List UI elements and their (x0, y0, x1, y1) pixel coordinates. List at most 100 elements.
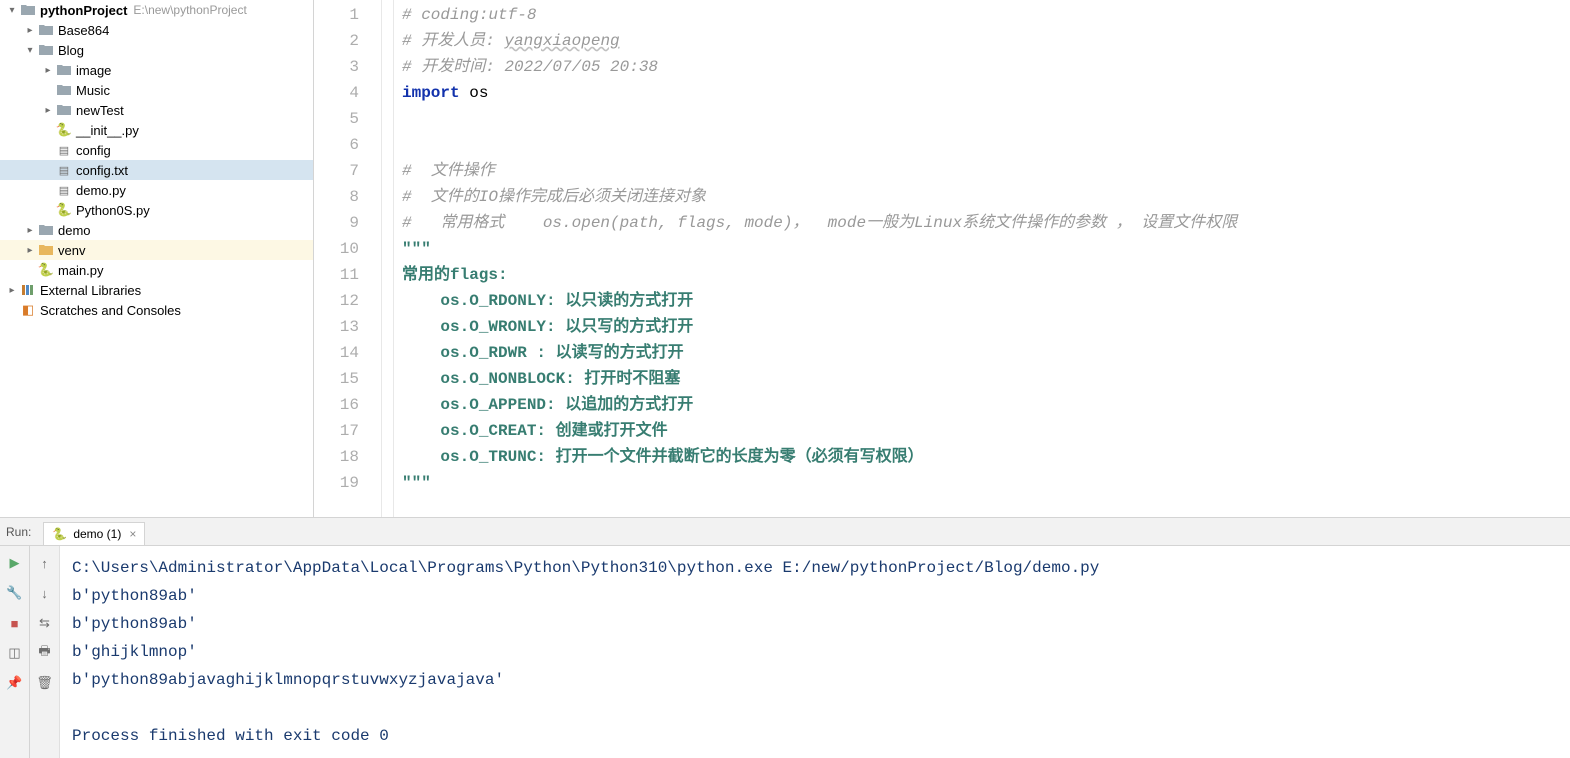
tree-label: Music (76, 83, 110, 98)
python-file-icon: 🐍 (38, 262, 54, 278)
code-area[interactable]: # coding:utf-8 # 开发人员: yangxiaopeng # 开发… (394, 0, 1570, 517)
libraries-icon (20, 282, 36, 298)
tree-folder-venv[interactable]: ▸ venv (0, 240, 313, 260)
folder-icon (38, 222, 54, 238)
code-editor[interactable]: 12345678910111213141516171819 # coding:u… (314, 0, 1570, 517)
run-tab-label: demo (1) (73, 527, 121, 541)
run-tool-column-2: ↑ ↓ ⇆ 🖶 🗑 (30, 546, 60, 758)
file-icon: ▤ (56, 182, 72, 198)
console-output[interactable]: C:\Users\Administrator\AppData\Local\Pro… (60, 546, 1570, 758)
folder-icon (20, 2, 36, 18)
project-path: E:\new\pythonProject (133, 3, 246, 17)
code-text: 常用的flags: (402, 266, 508, 284)
line-gutter: 12345678910111213141516171819 (314, 0, 382, 517)
run-tab[interactable]: 🐍 demo (1) × (43, 522, 145, 546)
folder-icon (38, 42, 54, 58)
run-tool-column-1: ▶ 🔧 ■ ◫ 📌 (0, 546, 30, 758)
code-text: os.O_WRONLY: 以只写的方式打开 (402, 318, 693, 336)
tree-file-config[interactable]: ▤ config (0, 140, 313, 160)
folder-icon (38, 242, 54, 258)
folder-icon (38, 22, 54, 38)
python-file-icon: 🐍 (52, 527, 67, 541)
tree-folder-blog[interactable]: ▾ Blog (0, 40, 313, 60)
folder-icon (56, 82, 72, 98)
pin-icon[interactable]: 📌 (6, 674, 24, 692)
console-line: b'ghijklmnop' (72, 638, 1558, 666)
project-name: pythonProject (40, 3, 127, 18)
run-toolbar: Run: 🐍 demo (1) × (0, 517, 1570, 545)
chevron-down-icon: ▾ (22, 45, 38, 56)
tree-file-main[interactable]: 🐍 main.py (0, 260, 313, 280)
tree-label: Python0S.py (76, 203, 150, 218)
tree-label: External Libraries (40, 283, 141, 298)
tree-file-python0s[interactable]: 🐍 Python0S.py (0, 200, 313, 220)
tree-file-init[interactable]: 🐍 __init__.py (0, 120, 313, 140)
tree-label: config.txt (76, 163, 128, 178)
down-arrow-icon[interactable]: ↓ (36, 584, 54, 602)
tree-folder-image[interactable]: ▸ image (0, 60, 313, 80)
console-line (72, 694, 1558, 722)
file-icon: ▤ (56, 142, 72, 158)
close-icon[interactable]: × (129, 527, 136, 541)
console-line: b'python89abjavaghijklmnopqrstuvwxyzjava… (72, 666, 1558, 694)
scratches-icon: ◧ (20, 302, 36, 318)
project-tree[interactable]: ▾ pythonProject E:\new\pythonProject ▸ B… (0, 0, 314, 517)
run-icon[interactable]: ▶ (6, 554, 24, 572)
code-text: os (460, 84, 489, 102)
tree-label: newTest (76, 103, 124, 118)
wrap-icon[interactable]: ⇆ (36, 614, 54, 632)
code-text: os.O_CREAT: 创建或打开文件 (402, 422, 668, 440)
code-text: """ (402, 240, 431, 258)
code-text: os.O_RDWR : 以读写的方式打开 (402, 344, 684, 362)
chevron-right-icon: ▸ (40, 105, 56, 116)
code-text (402, 106, 1570, 132)
console-line: b'python89ab' (72, 610, 1558, 638)
tree-file-configtxt[interactable]: ▤ config.txt (0, 160, 313, 180)
layout-icon[interactable]: ◫ (6, 644, 24, 662)
tree-label: __init__.py (76, 123, 139, 138)
code-text: # coding:utf-8 (402, 6, 536, 24)
code-text: import (402, 84, 460, 102)
tree-label: Scratches and Consoles (40, 303, 181, 318)
tree-external-libraries[interactable]: ▸ External Libraries (0, 280, 313, 300)
tree-label: main.py (58, 263, 104, 278)
python-file-icon: 🐍 (56, 122, 72, 138)
wrench-icon[interactable]: 🔧 (6, 584, 24, 602)
console-line: b'python89ab' (72, 582, 1558, 610)
tree-label: image (76, 63, 111, 78)
tree-label: demo.py (76, 183, 126, 198)
tree-folder-newtest[interactable]: ▸ newTest (0, 100, 313, 120)
code-text (402, 132, 1570, 158)
tree-label: demo (58, 223, 91, 238)
run-label: Run: (6, 525, 31, 539)
python-file-icon: 🐍 (56, 202, 72, 218)
folder-icon (56, 62, 72, 78)
code-text: os.O_TRUNC: 打开一个文件并截断它的长度为零（必须有写权限） (402, 448, 924, 466)
fold-gutter[interactable] (382, 0, 394, 517)
code-text: # 开发时间: 2022/07/05 20:38 (402, 58, 658, 76)
code-text: os.O_APPEND: 以追加的方式打开 (402, 396, 693, 414)
code-text: yangxiaopeng (504, 32, 619, 50)
up-arrow-icon[interactable]: ↑ (36, 554, 54, 572)
code-text: # 文件的IO操作完成后必须关闭连接对象 (402, 188, 706, 206)
code-text: # 文件操作 (402, 162, 495, 180)
console-line: C:\Users\Administrator\AppData\Local\Pro… (72, 554, 1558, 582)
tree-project-root[interactable]: ▾ pythonProject E:\new\pythonProject (0, 0, 313, 20)
tree-folder-demo[interactable]: ▸ demo (0, 220, 313, 240)
trash-icon[interactable]: 🗑 (36, 674, 54, 692)
console-line: Process finished with exit code 0 (72, 722, 1558, 750)
code-text: # 常用格式 os.open(path, flags, mode)， mode一… (402, 214, 1237, 232)
tree-scratches[interactable]: ◧ Scratches and Consoles (0, 300, 313, 320)
tree-label: Blog (58, 43, 84, 58)
chevron-right-icon: ▸ (22, 225, 38, 236)
chevron-right-icon: ▸ (40, 65, 56, 76)
code-text: # 开发人员: (402, 32, 504, 50)
text-file-icon: ▤ (56, 162, 72, 178)
stop-icon[interactable]: ■ (6, 614, 24, 632)
tree-folder-music[interactable]: Music (0, 80, 313, 100)
chevron-down-icon: ▾ (4, 5, 20, 16)
print-icon[interactable]: 🖶 (36, 644, 54, 662)
chevron-right-icon: ▸ (22, 245, 38, 256)
tree-folder-base864[interactable]: ▸ Base864 (0, 20, 313, 40)
tree-file-demopy[interactable]: ▤ demo.py (0, 180, 313, 200)
